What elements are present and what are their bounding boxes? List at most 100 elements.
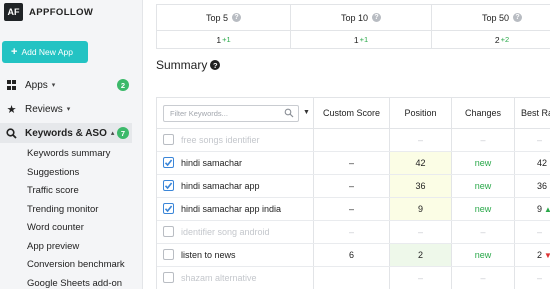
caret-down-icon[interactable]: ▼	[303, 109, 310, 116]
best-rank-cell: 42▲	[537, 152, 550, 174]
grid-icon	[6, 80, 17, 91]
changes-cell: new	[474, 204, 492, 214]
subnav-keywords-summary[interactable]: Keywords summary	[27, 148, 110, 159]
nav-keywords-label: Keywords & ASO	[25, 127, 107, 139]
column-header-custom-score[interactable]: Custom Score	[314, 98, 389, 128]
changes-cell: new	[474, 181, 492, 191]
best-rank-value: 9	[537, 204, 543, 214]
top5-delta: +1	[222, 35, 231, 44]
position-cell: –	[417, 227, 423, 237]
row-checkbox[interactable]	[163, 249, 174, 260]
subnav-conversion-benchmark[interactable]: Conversion benchmark	[27, 259, 125, 270]
custom-score-cell: –	[348, 204, 354, 214]
add-new-app-label: Add New App	[21, 47, 73, 57]
table-row[interactable]: hindi samachar app – 36 new 36▲	[157, 175, 550, 198]
top5-value: 1 +1	[157, 31, 290, 48]
summary-heading: Summary ?	[156, 58, 221, 72]
keywords-table: ▼ Custom Score Position Changes Best Ra …	[156, 97, 550, 289]
top5-count: 1	[216, 34, 222, 45]
top-positions-table: Top 5 ? 1 +1 Top 10 ? 1 +1 Top 50 ? 2 +2	[156, 4, 550, 49]
star-icon: ★	[6, 103, 17, 116]
top50-header: Top 50 ?	[432, 5, 550, 31]
keyword-text: hindi samachar app	[181, 181, 260, 191]
brand[interactable]: AF APPFOLLOW	[4, 2, 93, 22]
best-rank-value: –	[537, 273, 543, 283]
keyword-text: hindi samachar	[181, 158, 243, 168]
custom-score-cell: –	[348, 227, 354, 237]
plus-icon: +	[11, 45, 18, 58]
subnav-suggestions[interactable]: Suggestions	[27, 167, 79, 178]
top10-count: 1	[353, 34, 359, 45]
row-checkbox[interactable]	[163, 226, 174, 237]
top10-value: 1 +1	[291, 31, 431, 48]
changes-cell: –	[480, 135, 486, 145]
best-rank-value: 2	[537, 250, 543, 260]
help-icon[interactable]: ?	[513, 13, 523, 22]
keyword-text: hindi samachar app india	[181, 204, 282, 214]
subnav-word-counter[interactable]: Word counter	[27, 222, 84, 233]
top10-delta: +1	[359, 35, 369, 44]
best-rank-cell: –	[537, 221, 550, 243]
top50-count: 2	[494, 34, 500, 45]
subnav-google-sheets-addon[interactable]: Google Sheets add-on	[27, 278, 122, 289]
row-checkbox[interactable]	[163, 180, 174, 191]
search-icon	[6, 127, 17, 139]
help-icon[interactable]: ?	[232, 13, 242, 22]
subnav-traffic-score[interactable]: Traffic score	[27, 185, 79, 196]
table-row[interactable]: hindi samachar app india – 9 new 9▲	[157, 198, 550, 221]
add-new-app-button[interactable]: + Add New App	[2, 41, 88, 63]
caret-down-icon: ▾	[51, 82, 56, 89]
subnav-trending-monitor[interactable]: Trending monitor	[27, 204, 98, 215]
nav-item-apps[interactable]: Apps ▾ 2	[0, 75, 132, 95]
search-icon	[284, 108, 294, 118]
keywords-count-badge: 7	[117, 127, 129, 139]
best-rank-cell: 9▲	[537, 198, 550, 220]
best-rank-cell: 36▲	[537, 175, 550, 197]
changes-cell: new	[474, 250, 492, 260]
table-row[interactable]: shazam alternative – – –	[157, 267, 550, 289]
row-checkbox[interactable]	[163, 134, 174, 145]
top50-delta: +2	[500, 35, 510, 44]
position-cell: 2	[390, 244, 451, 266]
table-row[interactable]: listen to news62new2▼	[157, 244, 550, 267]
brand-name[interactable]: APPFOLLOW	[29, 7, 93, 18]
apps-count-badge: 2	[117, 79, 129, 91]
table-row[interactable]: free songs identifier – – –	[157, 129, 550, 152]
help-icon[interactable]: ?	[372, 13, 382, 22]
custom-score-cell: –	[348, 158, 354, 168]
row-checkbox[interactable]	[163, 157, 174, 168]
custom-score-cell	[314, 267, 389, 289]
top10-column: Top 10 ? 1 +1	[291, 5, 432, 48]
top50-value: 2 +2	[432, 31, 550, 48]
table-row[interactable]: identifier song android – – – –	[157, 221, 550, 244]
nav-item-reviews[interactable]: ★ Reviews ▾	[0, 99, 132, 119]
help-icon[interactable]: ?	[210, 60, 221, 70]
nav-item-keywords-aso[interactable]: Keywords & ASO ▴ 7	[0, 123, 132, 143]
top10-label: Top 10	[340, 12, 369, 23]
top5-header: Top 5 ?	[157, 5, 290, 31]
subnav-app-preview[interactable]: App preview	[27, 241, 79, 252]
table-row[interactable]: hindi samachar – 42 new 42▲	[157, 152, 550, 175]
position-cell: –	[417, 135, 423, 145]
changes-cell: –	[480, 227, 486, 237]
brand-logo[interactable]: AF	[4, 3, 23, 21]
best-rank-cell: 2▼	[537, 244, 550, 266]
column-header-best-rank[interactable]: Best Ra	[521, 98, 550, 128]
top50-column: Top 50 ? 2 +2	[432, 5, 550, 48]
sidebar: AF APPFOLLOW + Add New App Apps ▾ 2 ★ Re…	[0, 0, 143, 289]
top5-column: Top 5 ? 1 +1	[157, 5, 291, 48]
nav-reviews-label: Reviews	[25, 103, 63, 115]
filter-keywords-input[interactable]	[163, 105, 299, 122]
changes-cell: –	[480, 273, 486, 283]
row-checkbox[interactable]	[163, 272, 174, 283]
position-cell: –	[417, 273, 423, 283]
nav-apps-label: Apps	[25, 79, 48, 91]
column-header-position[interactable]: Position	[390, 98, 451, 128]
best-rank-cell: –	[537, 267, 550, 289]
trend-up-icon: ▲	[544, 205, 550, 214]
custom-score-cell	[314, 129, 389, 151]
row-checkbox[interactable]	[163, 203, 174, 214]
column-header-changes[interactable]: Changes	[452, 98, 514, 128]
summary-title: Summary	[156, 58, 208, 72]
best-rank-value: 36	[537, 181, 548, 191]
